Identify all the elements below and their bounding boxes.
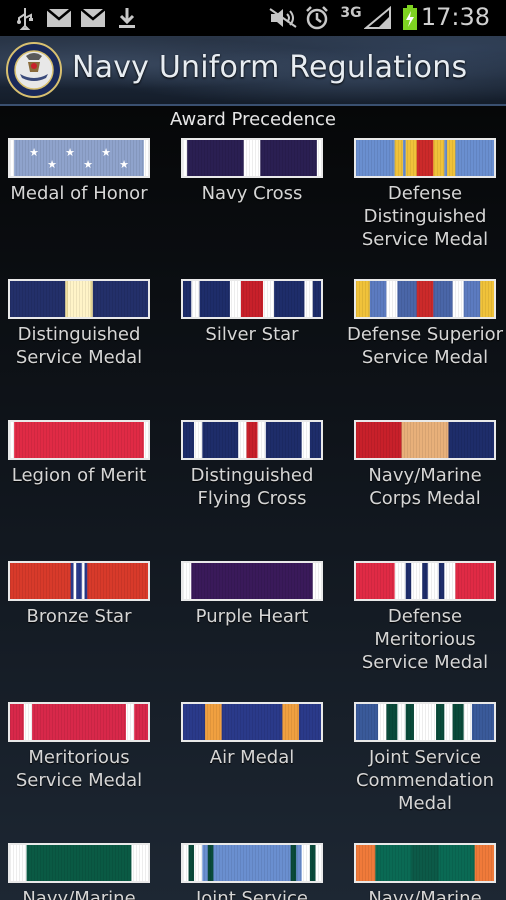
award-item-distinguished-service-medal[interactable]: Distinguished Service Medal bbox=[0, 279, 164, 369]
award-item-meritorious-service-medal[interactable]: Meritorious Service Medal bbox=[0, 702, 164, 792]
signal-icon bbox=[364, 6, 392, 30]
award-item-air-medal[interactable]: Air Medal bbox=[167, 702, 337, 769]
award-item-navy-marine-achievement-medal[interactable]: Navy/Marine bbox=[340, 843, 506, 900]
award-item-bronze-star[interactable]: Bronze Star bbox=[0, 561, 164, 628]
download-icon bbox=[116, 6, 138, 30]
award-item-defense-meritorious-service-medal[interactable]: Defense Meritorious Service Medal bbox=[340, 561, 506, 674]
award-label: Silver Star bbox=[205, 324, 299, 345]
award-label: Bronze Star bbox=[26, 606, 132, 627]
ribbon-image[interactable] bbox=[354, 420, 496, 460]
alarm-icon bbox=[304, 6, 330, 30]
award-label: Air Medal bbox=[209, 747, 295, 768]
ribbon-image[interactable] bbox=[354, 561, 496, 601]
award-label: Medal of Honor bbox=[10, 183, 148, 204]
award-label: Meritorious Service Medal bbox=[15, 747, 143, 791]
ribbon-image[interactable] bbox=[8, 420, 150, 460]
gmail-icon bbox=[80, 6, 106, 30]
award-label: Distinguished Flying Cross bbox=[190, 465, 314, 509]
ribbon-image[interactable] bbox=[8, 702, 150, 742]
svg-text:★: ★ bbox=[119, 158, 129, 171]
award-list[interactable]: Award Precedence ★ ★ ★ ★ ★ ★ Medal of Honor Nav… bbox=[0, 106, 506, 900]
status-bar: 3G 17:38 bbox=[0, 0, 506, 36]
usb-icon bbox=[14, 6, 36, 30]
ribbon-image[interactable] bbox=[8, 561, 150, 601]
award-item-navy-marine-commendation-medal[interactable]: Navy/Marine bbox=[0, 843, 164, 900]
svg-text:★: ★ bbox=[47, 158, 57, 171]
award-item-navy-cross[interactable]: Navy Cross bbox=[167, 138, 337, 205]
battery-charging-icon bbox=[400, 5, 420, 30]
ribbon-image[interactable] bbox=[181, 702, 323, 742]
ribbon-image[interactable] bbox=[181, 843, 323, 883]
award-label: Defense Distinguished Service Medal bbox=[361, 183, 489, 250]
award-label: Navy Cross bbox=[201, 183, 303, 204]
award-label: Joint Service bbox=[195, 888, 309, 900]
award-item-medal-of-honor[interactable]: ★ ★ ★ ★ ★ ★ Medal of Honor bbox=[0, 138, 164, 205]
award-item-defense-distinguished-service-medal[interactable]: Defense Distinguished Service Medal bbox=[340, 138, 506, 251]
ribbon-image[interactable] bbox=[8, 279, 150, 319]
svg-text:★: ★ bbox=[83, 158, 93, 171]
app-header: Navy Uniform Regulations bbox=[0, 36, 506, 106]
ribbon-image[interactable] bbox=[354, 279, 496, 319]
network-3g-icon: 3G bbox=[340, 5, 362, 21]
award-item-purple-heart[interactable]: Purple Heart bbox=[167, 561, 337, 628]
svg-text:★: ★ bbox=[65, 146, 75, 159]
award-label: Navy/Marine Corps Medal bbox=[368, 465, 482, 509]
gmail-icon bbox=[46, 6, 72, 30]
ribbon-image[interactable] bbox=[354, 702, 496, 742]
svg-text:★: ★ bbox=[29, 146, 39, 159]
award-label: Defense Superior Service Medal bbox=[346, 324, 504, 368]
ribbon-image[interactable] bbox=[181, 420, 323, 460]
award-item-joint-service-achievement-medal[interactable]: Joint Service bbox=[167, 843, 337, 900]
ribbon-image[interactable]: ★ ★ ★ ★ ★ ★ bbox=[8, 138, 150, 178]
clock: 17:38 bbox=[420, 3, 490, 31]
app-title: Navy Uniform Regulations bbox=[72, 50, 468, 85]
award-item-joint-service-commendation-medal[interactable]: Joint Service Commendation Medal bbox=[340, 702, 506, 815]
ribbon-image[interactable] bbox=[181, 561, 323, 601]
award-item-legion-of-merit[interactable]: Legion of Merit bbox=[0, 420, 164, 487]
award-item-silver-star[interactable]: Silver Star bbox=[167, 279, 337, 346]
award-item-distinguished-flying-cross[interactable]: Distinguished Flying Cross bbox=[167, 420, 337, 510]
award-label: Navy/Marine bbox=[22, 888, 136, 900]
ribbon-image[interactable] bbox=[354, 843, 496, 883]
award-label: Joint Service Commendation Medal bbox=[355, 747, 495, 814]
award-label: Purple Heart bbox=[195, 606, 309, 627]
ribbon-image[interactable] bbox=[8, 843, 150, 883]
mute-icon bbox=[268, 6, 298, 30]
navy-seal-icon[interactable] bbox=[6, 42, 62, 98]
section-title: Award Precedence bbox=[169, 109, 337, 130]
ribbon-image[interactable] bbox=[354, 138, 496, 178]
ribbon-image[interactable] bbox=[181, 138, 323, 178]
award-label: Legion of Merit bbox=[11, 465, 147, 486]
award-label: Navy/Marine bbox=[368, 888, 482, 900]
award-item-defense-superior-service-medal[interactable]: Defense Superior Service Medal bbox=[340, 279, 506, 369]
svg-text:★: ★ bbox=[101, 146, 111, 159]
ribbon-image[interactable] bbox=[181, 279, 323, 319]
award-label: Distinguished Service Medal bbox=[15, 324, 143, 368]
award-label: Defense Meritorious Service Medal bbox=[361, 606, 489, 673]
award-item-navy-marine-corps-medal[interactable]: Navy/Marine Corps Medal bbox=[340, 420, 506, 510]
